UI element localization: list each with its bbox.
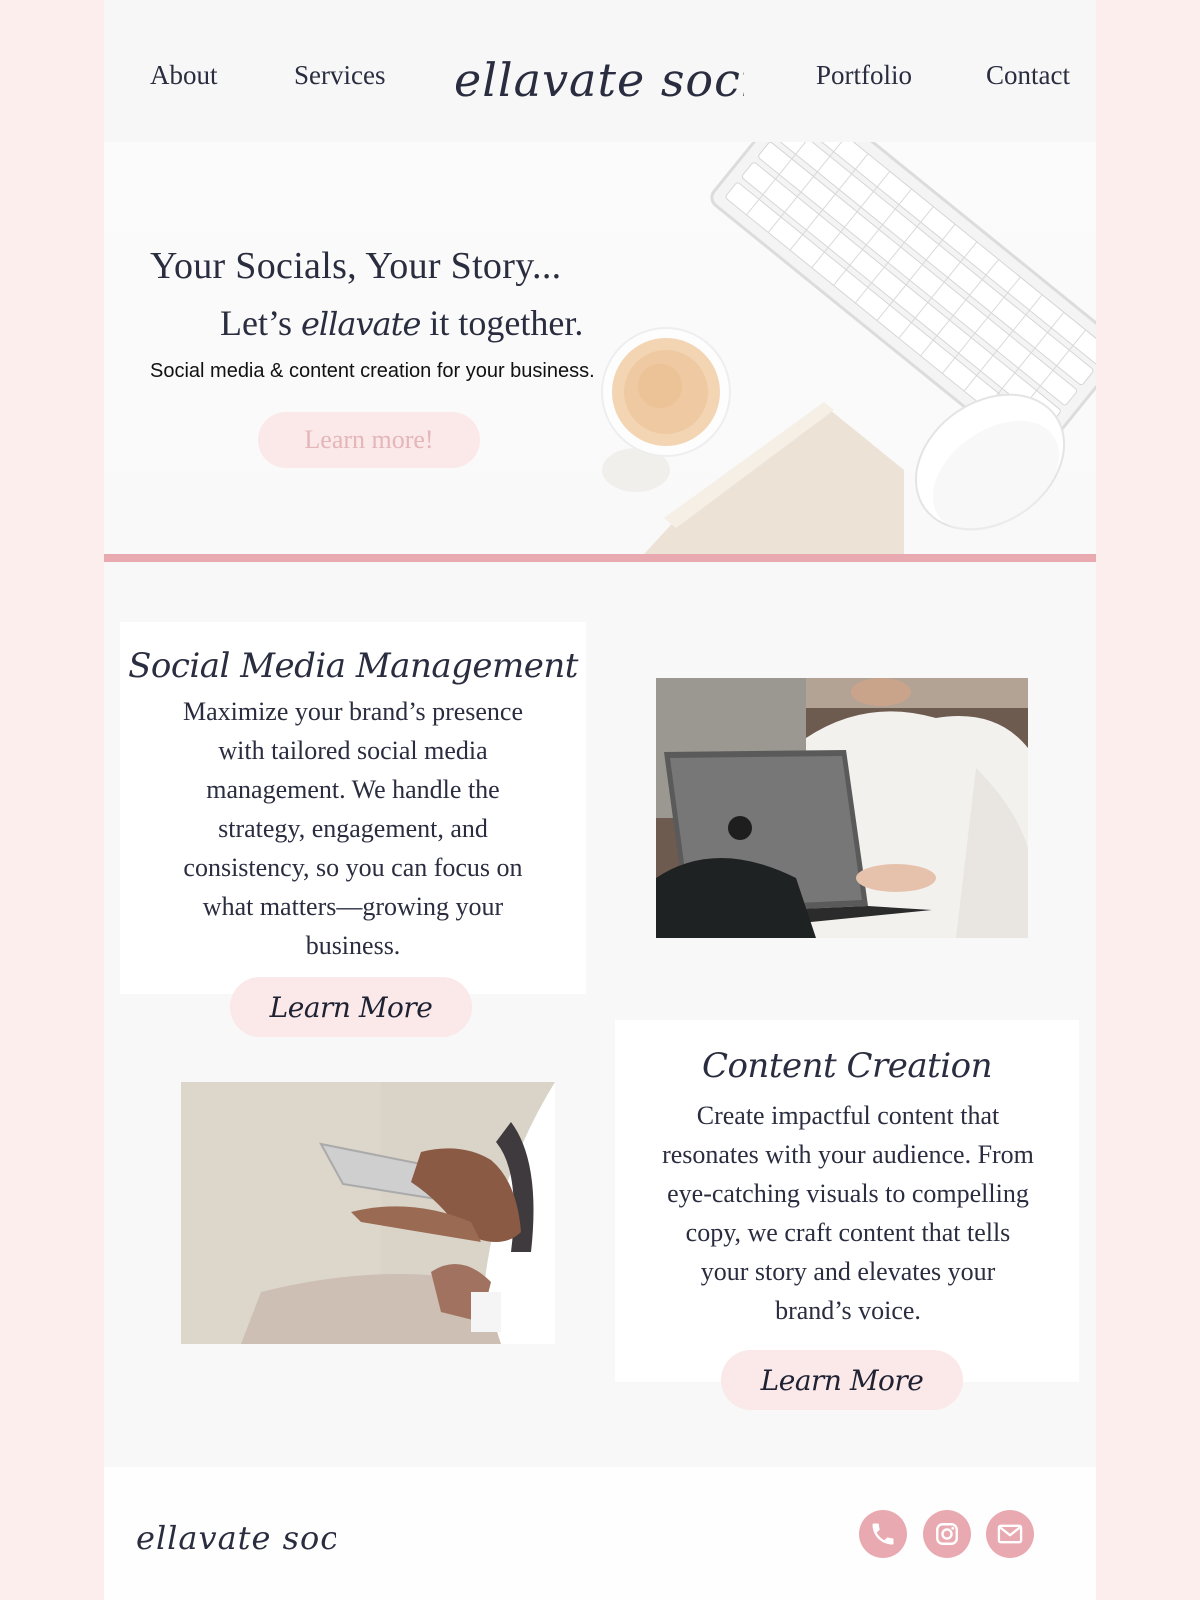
page: About Services ellavate socials Portfoli… bbox=[104, 0, 1096, 1600]
phone-hands-photo bbox=[181, 1082, 555, 1344]
nav-contact-link[interactable]: Contact bbox=[986, 60, 1070, 91]
hero-divider bbox=[104, 554, 1096, 562]
service-title: Content Creation bbox=[701, 1046, 993, 1086]
hero-title: Your Socials, Your Story... bbox=[150, 245, 562, 287]
mail-icon[interactable] bbox=[986, 1510, 1034, 1558]
hero-subtitle-start: Let’s bbox=[220, 303, 292, 343]
nav-services-link[interactable]: Services bbox=[294, 60, 385, 91]
laptop-woman-photo bbox=[656, 678, 1028, 938]
footer: ellavate socials bbox=[104, 1467, 1096, 1600]
instagram-icon[interactable] bbox=[923, 1510, 971, 1558]
hero-subtitle-end: it together. bbox=[429, 303, 584, 343]
footer-logo-text: ellavate socials bbox=[136, 1519, 336, 1557]
hero-learn-more-button[interactable]: Learn more! bbox=[258, 412, 480, 468]
hero-subtitle-script: ellavate bbox=[300, 305, 421, 343]
service-card-content-creation: Content Creation Create impactful conten… bbox=[615, 1020, 1079, 1382]
social-media-learn-more-button[interactable]: Learn More bbox=[230, 977, 472, 1037]
nav-about-link[interactable]: About bbox=[150, 60, 218, 91]
brand-logo[interactable]: ellavate socials bbox=[454, 48, 744, 118]
top-navigation: About Services ellavate socials Portfoli… bbox=[104, 0, 1096, 142]
footer-logo[interactable]: ellavate socials bbox=[136, 1509, 336, 1565]
nav-portfolio-link[interactable]: Portfolio bbox=[816, 60, 912, 91]
service-description: Maximize your brand’s presence with tail… bbox=[182, 697, 524, 960]
hero-description: Social media & content creation for your… bbox=[150, 360, 595, 382]
hero-subtitle: Let’s ellavate it together. bbox=[220, 302, 583, 344]
service-description: Create impactful content that resonates … bbox=[662, 1101, 1034, 1325]
service-card-social-media: Social Media Management Maximize your br… bbox=[120, 622, 586, 994]
coffee-cup-shape bbox=[601, 327, 731, 492]
hero-desk-image bbox=[601, 142, 1096, 554]
hero-section: Your Socials, Your Story... Let’s ellava… bbox=[104, 142, 1096, 554]
content-creation-learn-more-button[interactable]: Learn More bbox=[721, 1350, 963, 1410]
phone-icon[interactable] bbox=[859, 1510, 907, 1558]
brand-logo-text: ellavate socials bbox=[454, 53, 744, 107]
service-title: Social Media Management bbox=[128, 646, 578, 686]
